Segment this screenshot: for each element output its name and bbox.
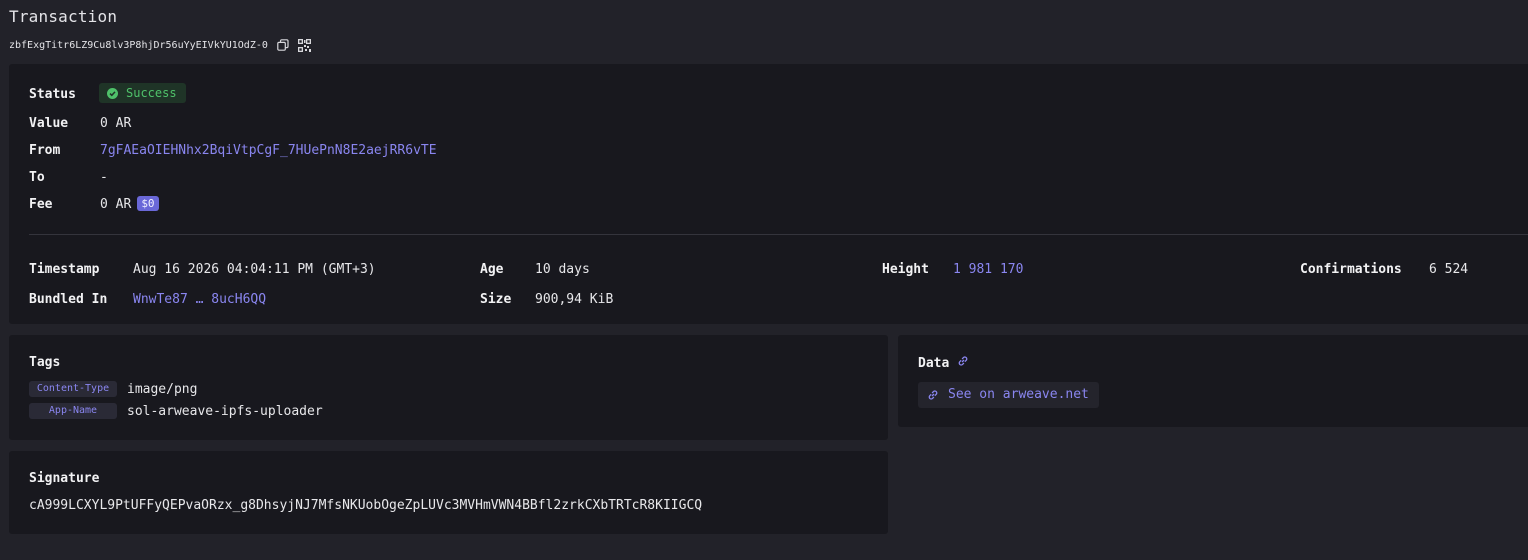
age-label: Age: [480, 262, 504, 277]
to-value: -: [100, 170, 108, 185]
tx-id-row: zbfExgTitr6LZ9Cu8lv3P8hjDr56uYyEIVkYU1Od…: [9, 38, 312, 52]
tags-card: Tags Content-Type image/png App-Name sol…: [9, 335, 888, 440]
link-icon: [928, 389, 938, 400]
tags-title: Tags: [29, 355, 61, 370]
section-divider: [29, 234, 1528, 235]
status-label: Status: [29, 87, 76, 102]
signature-card: Signature cA999LCXYL9PtUFFyQEPvaORzx_g8D…: [9, 451, 888, 534]
page-title: Transaction: [9, 7, 118, 26]
signature-value: cA999LCXYL9PtUFFyQEPvaORzx_g8DhsyjNJ7Mfs…: [29, 498, 703, 513]
bundled-in-label: Bundled In: [29, 292, 108, 307]
tag-value: image/png: [127, 381, 198, 397]
bundled-in-link[interactable]: WnwTe87 … 8ucH6QQ: [133, 292, 266, 307]
confirmations-value: 6 524: [1429, 262, 1469, 277]
copy-icon[interactable]: [276, 38, 290, 52]
from-label: From: [29, 143, 61, 158]
confirmations-label: Confirmations: [1300, 262, 1402, 277]
timestamp-value: Aug 16 2026 04:04:11 PM (GMT+3): [133, 262, 376, 277]
data-title-row: Data: [918, 355, 969, 371]
tag-row: App-Name sol-arweave-ipfs-uploader: [29, 403, 323, 419]
fee-amount: 0 AR: [100, 197, 132, 212]
overview-card: Status Success Value 0 AR From 7gFAEaOIE…: [9, 64, 1528, 324]
see-on-arweave-label: See on arweave.net: [948, 387, 1089, 402]
qr-code-icon[interactable]: [298, 38, 312, 52]
size-label: Size: [480, 292, 512, 307]
status-value: Success: [126, 86, 177, 100]
transaction-page: Transaction zbfExgTitr6LZ9Cu8lv3P8hjDr56…: [0, 0, 1528, 560]
height-label: Height: [882, 262, 929, 277]
tag-key: Content-Type: [29, 381, 117, 397]
link-icon[interactable]: [957, 355, 969, 371]
fee-label: Fee: [29, 197, 53, 212]
age-value: 10 days: [535, 262, 590, 277]
data-title: Data: [918, 355, 950, 371]
from-address-link[interactable]: 7gFAEaOIEHNhx2BqiVtpCgF_7HUePnN8E2aejRR6…: [100, 143, 437, 158]
size-value: 900,94 KiB: [535, 292, 614, 307]
value-amount: 0 AR: [100, 116, 132, 131]
tag-key: App-Name: [29, 403, 117, 419]
timestamp-label: Timestamp: [29, 262, 100, 277]
data-card: Data See on arweave.net: [898, 335, 1528, 427]
fee-usd-badge: $0: [137, 196, 159, 211]
value-label: Value: [29, 116, 69, 131]
see-on-arweave-link[interactable]: See on arweave.net: [918, 382, 1099, 408]
signature-title: Signature: [29, 471, 100, 486]
status-badge: Success: [99, 83, 186, 103]
fee-row: 0 AR $0: [100, 196, 159, 212]
to-label: To: [29, 170, 45, 185]
height-link[interactable]: 1 981 170: [953, 262, 1023, 277]
tag-value: sol-arweave-ipfs-uploader: [127, 403, 323, 419]
check-circle-icon: [107, 87, 118, 99]
tag-row: Content-Type image/png: [29, 381, 197, 397]
tx-id: zbfExgTitr6LZ9Cu8lv3P8hjDr56uYyEIVkYU1Od…: [9, 39, 268, 51]
